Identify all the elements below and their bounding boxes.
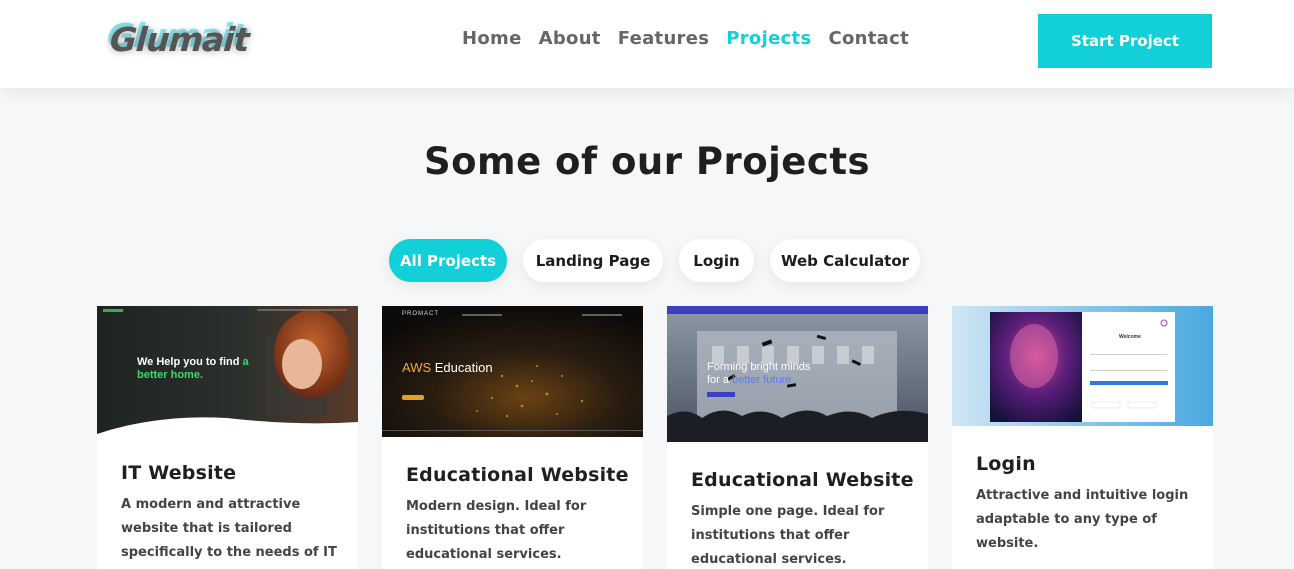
thumbnail-brand: PROMACT [402,311,439,317]
project-title: Educational Website [691,469,914,491]
logo[interactable]: Glumait [109,20,250,59]
nav-contact[interactable]: Contact [828,28,909,49]
project-thumbnail[interactable]: We Help you to find a better home. [97,306,358,436]
nav-home[interactable]: Home [462,28,522,49]
thumb-headline-accent: better future [732,374,792,386]
project-card-educational-onepage[interactable]: Forming bright minds for a better future… [667,306,928,569]
thumb-headline-text-2: for a [707,374,730,386]
thumbnail-headline: Forming bright minds for a better future [707,361,810,387]
project-thumbnail[interactable]: PROMACT AWS Education [382,306,643,437]
filter-login[interactable]: Login [679,239,754,282]
project-title: Login [976,453,1036,475]
nav-features[interactable]: Features [618,28,710,49]
project-title: Educational Website [406,464,629,486]
main-nav: Home About Features Projects Contact [462,28,909,49]
section-title: Some of our Projects [423,140,871,183]
project-description: Modern design. Ideal for institutions th… [406,499,587,562]
project-description: Attractive and intuitive login adaptable… [976,488,1189,551]
filter-web-calculator[interactable]: Web Calculator [770,239,920,282]
thumb-headline-text: We Help you to find [137,356,240,368]
thumb-headline-accent: AWS [402,360,432,375]
filter-landing-page[interactable]: Landing Page [523,239,663,282]
start-project-button[interactable]: Start Project [1038,14,1212,68]
thumbnail-headline: AWS Education [402,360,493,375]
project-thumbnail[interactable]: Forming bright minds for a better future [667,306,928,442]
thumb-headline-text-2: better home. [137,369,204,381]
thumb-headline-text: Education [434,360,493,375]
thumbnail-login-image [952,306,1213,426]
project-thumbnail[interactable]: Welcome [952,306,1213,426]
thumb-headline-accent: a [242,356,249,368]
site-header: Glumait Home About Features Projects Con… [0,0,1294,88]
filter-all-projects[interactable]: All Projects [389,239,507,282]
project-description: Simple one page. Ideal for institutions … [691,504,885,567]
project-card-educational-aws[interactable]: PROMACT AWS Education Educational Websit… [382,306,643,569]
thumbnail-headline: We Help you to find a better home. [137,356,249,382]
thumbnail-welcome: Welcome [1119,334,1141,340]
project-card-login[interactable]: Welcome Login Attractive and intuitive l… [952,306,1213,569]
nav-projects[interactable]: Projects [726,28,811,49]
project-title: IT Website [121,462,237,484]
thumb-headline-text: Forming bright minds [707,361,811,373]
nav-about[interactable]: About [539,28,601,49]
project-card-it-website[interactable]: We Help you to find a better home. IT We… [97,306,358,569]
project-description: A modern and attractive website that is … [121,497,337,560]
